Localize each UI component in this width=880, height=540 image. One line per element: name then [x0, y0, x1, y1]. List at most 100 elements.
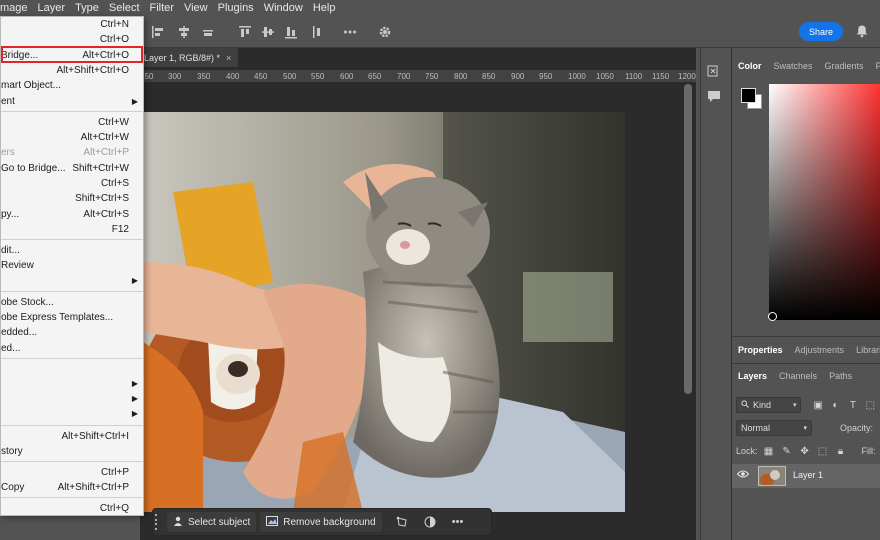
divider: [732, 363, 880, 364]
lock-all-icon[interactable]: 🔒︎: [834, 444, 848, 458]
menu-item-close[interactable]: Ctrl+W: [1, 115, 143, 130]
tab-layers[interactable]: Layers: [732, 371, 773, 381]
align-middle-icon[interactable]: [260, 24, 276, 40]
align-left-icon[interactable]: [150, 24, 166, 40]
contextual-task-bar: Select subject Remove background •••: [152, 508, 492, 536]
remove-background-button[interactable]: Remove background: [260, 512, 382, 532]
distribute-icon[interactable]: [310, 24, 326, 40]
type-filter-icon[interactable]: T: [846, 398, 859, 412]
menu-item-label: obe Express Templates...: [1, 312, 114, 323]
menu-item-adobe-express-templates[interactable]: obe Express Templates...: [1, 310, 143, 325]
adjustment-filter-icon[interactable]: ◐: [829, 398, 842, 412]
tab-channels[interactable]: Channels: [773, 371, 823, 381]
menu-item-open-as-smart-object[interactable]: mart Object...: [1, 78, 143, 93]
tab-swatches[interactable]: Swatches: [768, 61, 819, 71]
tab-patterns[interactable]: P: [870, 61, 880, 71]
menu-help[interactable]: Help: [308, 0, 341, 16]
select-subject-button[interactable]: Select subject: [167, 512, 257, 532]
search-icon: [741, 400, 749, 410]
pixel-filter-icon[interactable]: ▣: [811, 398, 824, 412]
shortcut: Ctrl+O: [99, 34, 129, 45]
more-options-icon[interactable]: [342, 24, 358, 40]
gear-icon[interactable]: [377, 24, 393, 40]
menu-item-close-others[interactable]: ers Alt+Ctrl+P: [1, 145, 143, 160]
image-icon: [266, 515, 279, 529]
menu-item-open[interactable]: Ctrl+O: [1, 32, 143, 47]
menu-item-close-and-go-to-bridge[interactable]: Go to Bridge... Shift+Ctrl+W: [1, 161, 143, 176]
menu-item-new[interactable]: Ctrl+N: [1, 17, 143, 32]
transform-icon[interactable]: [388, 512, 416, 532]
menu-image[interactable]: mage: [0, 0, 33, 16]
bell-icon[interactable]: [855, 24, 869, 38]
menu-item-invite-to-edit[interactable]: dit...: [1, 243, 143, 258]
menu-item-version-history[interactable]: story: [1, 444, 143, 459]
shortcut: Ctrl+Q: [99, 503, 129, 514]
lock-transparency-icon[interactable]: ▦: [762, 444, 776, 458]
drag-handle-icon[interactable]: [155, 514, 163, 530]
menu-item-place-linked[interactable]: ed...: [1, 341, 143, 356]
menu-item-save[interactable]: Ctrl+S: [1, 176, 143, 191]
foreground-color-swatch[interactable]: [741, 88, 756, 103]
menu-item-import[interactable]: ▶: [1, 406, 143, 421]
color-picker-handle[interactable]: [768, 312, 777, 321]
menu-select[interactable]: Select: [104, 0, 145, 16]
filter-kind-select[interactable]: Kind ▾: [736, 397, 802, 413]
menu-item-exit[interactable]: Ctrl+Q: [1, 501, 143, 516]
tab-color[interactable]: Color: [732, 61, 768, 71]
shortcut: Alt+Ctrl+P: [83, 147, 129, 158]
menu-item-automate[interactable]: ▶: [1, 376, 143, 391]
mask-icon[interactable]: [416, 512, 444, 532]
menu-item-revert[interactable]: F12: [1, 222, 143, 237]
tab-properties[interactable]: Properties: [732, 345, 789, 355]
menu-item-label: dit...: [1, 245, 20, 256]
blend-mode-select[interactable]: Normal ▾: [736, 420, 812, 436]
menu-item-print[interactable]: Ctrl+P: [1, 465, 143, 480]
menu-item-export[interactable]: ▶: [1, 273, 143, 288]
align-center-icon[interactable]: [176, 24, 192, 40]
lock-artboard-icon[interactable]: ⬚: [816, 444, 830, 458]
lock-row: Lock: ▦ ✎ ✥ ⬚ 🔒︎ Fill:: [732, 444, 880, 458]
lock-position-icon[interactable]: ✥: [798, 444, 812, 458]
menu-item-open-recent[interactable]: ent ▶: [1, 94, 143, 109]
menu-item-label: mart Object...: [1, 80, 62, 91]
menu-item-file-info[interactable]: Alt+Shift+Ctrl+I: [1, 429, 143, 444]
menu-item-save-as[interactable]: Shift+Ctrl+S: [1, 191, 143, 206]
comment-icon[interactable]: [707, 89, 723, 105]
menu-item-close-all[interactable]: Alt+Ctrl+W: [1, 130, 143, 145]
document-tab[interactable]: Layer 1, RGB/8#) * ×: [140, 48, 238, 67]
chevron-right-icon: ▶: [131, 394, 138, 403]
ruler-tick: 550: [311, 72, 325, 81]
vertical-scrollbar[interactable]: [684, 84, 692, 394]
close-icon[interactable]: ×: [226, 53, 231, 63]
menu-plugins[interactable]: Plugins: [213, 0, 259, 16]
color-picker-field[interactable]: [769, 84, 880, 320]
menu-layer[interactable]: Layer: [33, 0, 71, 16]
history-icon[interactable]: [707, 64, 723, 80]
menu-type[interactable]: Type: [70, 0, 104, 16]
align-right-icon[interactable]: [200, 24, 216, 40]
align-bottom-icon[interactable]: [283, 24, 299, 40]
menu-item-save-a-copy[interactable]: py... Alt+Ctrl+S: [1, 207, 143, 222]
menu-item-scripts[interactable]: ▶: [1, 391, 143, 406]
tab-libraries[interactable]: Librari: [850, 345, 880, 355]
layer-row[interactable]: Layer 1: [732, 464, 880, 488]
menu-item-share-for-review[interactable]: Review: [1, 258, 143, 273]
menu-item-open-as[interactable]: Alt+Shift+Ctrl+O: [1, 63, 143, 78]
align-top-icon[interactable]: [237, 24, 253, 40]
menu-item-print-one-copy[interactable]: Copy Alt+Shift+Ctrl+P: [1, 480, 143, 495]
chevron-down-icon: ▾: [803, 425, 807, 432]
menu-view[interactable]: View: [179, 0, 213, 16]
more-icon[interactable]: •••: [444, 512, 472, 532]
eye-icon[interactable]: [736, 469, 750, 482]
tab-paths[interactable]: Paths: [823, 371, 858, 381]
tab-adjustments[interactable]: Adjustments: [789, 345, 851, 355]
shape-filter-icon[interactable]: ⬚: [864, 398, 877, 412]
share-button[interactable]: Share: [799, 22, 843, 41]
menu-filter[interactable]: Filter: [145, 0, 179, 16]
lock-brush-icon[interactable]: ✎: [780, 444, 794, 458]
menu-item-place-embedded[interactable]: edded...: [1, 325, 143, 340]
menu-item-search-adobe-stock[interactable]: obe Stock...: [1, 295, 143, 310]
tab-gradients[interactable]: Gradients: [819, 61, 870, 71]
menu-window[interactable]: Window: [259, 0, 308, 16]
menu-item-label: ent: [1, 96, 15, 107]
